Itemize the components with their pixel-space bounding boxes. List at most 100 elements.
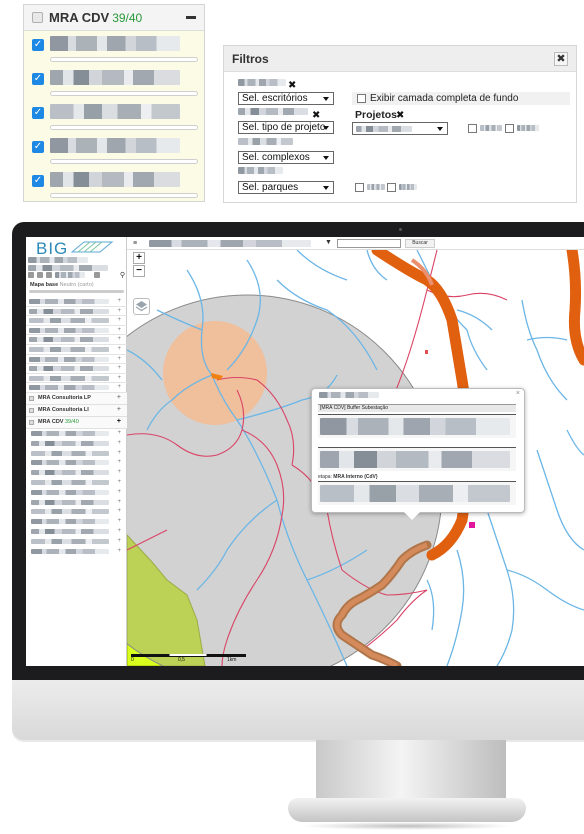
- opacity-slider[interactable]: [50, 91, 198, 96]
- group-mra-consultoria-li[interactable]: MRA Consultoria LI +: [26, 404, 127, 417]
- list-item[interactable]: +: [26, 316, 127, 326]
- close-icon[interactable]: ✖: [554, 51, 568, 66]
- expand-icon[interactable]: +: [117, 327, 121, 333]
- checkbox-checked-icon[interactable]: ✓: [32, 39, 44, 51]
- opacity-slider[interactable]: [50, 159, 198, 164]
- exibir-camada-checkbox[interactable]: [357, 94, 366, 103]
- group-mra-cdv[interactable]: MRA CDV 39/40 +: [26, 416, 127, 429]
- opacity-slider[interactable]: [50, 57, 198, 62]
- checkbox-checked-icon[interactable]: ✓: [32, 141, 44, 153]
- layers-icon[interactable]: [28, 272, 34, 278]
- expand-icon[interactable]: +: [117, 346, 121, 352]
- list-item[interactable]: +: [26, 307, 127, 317]
- checkbox-checked-icon[interactable]: ✓: [32, 73, 44, 85]
- expand-icon[interactable]: +: [117, 365, 121, 371]
- expand-icon[interactable]: +: [117, 375, 121, 381]
- parques-select[interactable]: Sel. parques: [238, 181, 334, 194]
- expand-icon[interactable]: +: [117, 538, 121, 544]
- expand-icon[interactable]: +: [117, 336, 121, 342]
- tipo-projeto-select[interactable]: Sel. tipo de projeto: [238, 121, 334, 134]
- mapa-base-slider[interactable]: [29, 290, 124, 293]
- expand-icon[interactable]: +: [117, 479, 121, 485]
- search-input[interactable]: [337, 239, 401, 248]
- expand-icon[interactable]: +: [117, 394, 121, 401]
- remove-filter-icon[interactable]: ✖: [312, 110, 320, 121]
- list-item[interactable]: +: [26, 527, 127, 537]
- layer-row[interactable]: ✓: [24, 99, 204, 133]
- list-item[interactable]: +: [26, 355, 127, 365]
- expand-icon[interactable]: +: [117, 317, 121, 323]
- list-item[interactable]: +: [26, 335, 127, 345]
- list-item[interactable]: +: [26, 488, 127, 498]
- list-item[interactable]: +: [26, 383, 127, 393]
- expand-icon[interactable]: +: [117, 308, 121, 314]
- expand-icon[interactable]: +: [117, 489, 121, 495]
- eye-icon[interactable]: [46, 272, 52, 278]
- menu-icon[interactable]: ≡: [133, 240, 137, 247]
- list-item[interactable]: +: [26, 458, 127, 468]
- search-button[interactable]: Buscar: [405, 239, 435, 248]
- search-icon[interactable]: ⚲: [120, 271, 125, 279]
- group-checkbox[interactable]: [29, 419, 34, 425]
- parque-option-checkbox[interactable]: [355, 183, 364, 192]
- expand-icon[interactable]: +: [117, 384, 121, 390]
- layer-row[interactable]: ✓: [24, 31, 204, 65]
- list-item[interactable]: +: [26, 326, 127, 336]
- list-item[interactable]: +: [26, 498, 127, 508]
- list-item[interactable]: +: [26, 537, 127, 547]
- layer-row[interactable]: ✓: [24, 167, 204, 201]
- group-checkbox[interactable]: [29, 407, 34, 413]
- list-item[interactable]: +: [26, 297, 127, 307]
- list-item[interactable]: +: [26, 478, 127, 488]
- parque-option-checkbox[interactable]: [387, 183, 396, 192]
- escritorios-select[interactable]: Sel. escritórios: [238, 92, 334, 105]
- remove-filter-icon[interactable]: ✖: [288, 80, 296, 91]
- complexos-select[interactable]: Sel. complexos: [238, 151, 334, 164]
- list-item[interactable]: +: [26, 449, 127, 459]
- expand-icon[interactable]: +: [117, 298, 121, 304]
- filter-icon[interactable]: ▼: [325, 239, 332, 246]
- list-item[interactable]: +: [26, 439, 127, 449]
- expand-icon[interactable]: +: [117, 528, 121, 534]
- list-item[interactable]: +: [26, 345, 127, 355]
- expand-icon[interactable]: +: [117, 548, 121, 554]
- expand-icon[interactable]: +: [117, 518, 121, 524]
- layer-group-header[interactable]: MRA CDV 39/40: [24, 5, 204, 31]
- opacity-slider[interactable]: [50, 125, 198, 130]
- expand-icon[interactable]: +: [117, 450, 121, 456]
- map-canvas[interactable]: + − 0 0,5 1km × [MRA CDV] Buffer Subesta…: [127, 250, 584, 666]
- list-item[interactable]: +: [26, 374, 127, 384]
- list-item[interactable]: +: [26, 429, 127, 439]
- collapse-icon[interactable]: [186, 16, 196, 19]
- group-mra-consultoria-lp[interactable]: MRA Consultoria LP +: [26, 392, 127, 405]
- layers-control-button[interactable]: [133, 298, 150, 315]
- expand-icon[interactable]: +: [117, 508, 121, 514]
- expand-icon[interactable]: +: [117, 459, 121, 465]
- expand-icon[interactable]: +: [117, 430, 121, 436]
- zoom-in-button[interactable]: +: [133, 252, 145, 264]
- projeto-option-checkbox[interactable]: [468, 124, 477, 133]
- zoom-out-button[interactable]: −: [133, 265, 145, 277]
- group-checkbox[interactable]: [32, 12, 43, 23]
- list-item[interactable]: +: [26, 507, 127, 517]
- layer-row[interactable]: ✓: [24, 133, 204, 167]
- projetos-select[interactable]: [352, 122, 448, 135]
- expand-icon[interactable]: +: [117, 440, 121, 446]
- star-icon[interactable]: [37, 272, 43, 278]
- list-item[interactable]: +: [26, 547, 127, 557]
- remove-projetos-icon[interactable]: ✖: [396, 110, 404, 121]
- group-checkbox[interactable]: [29, 395, 34, 401]
- grid-icon[interactable]: [94, 272, 100, 278]
- opacity-slider[interactable]: [50, 193, 198, 198]
- layer-row[interactable]: ✓: [24, 65, 204, 99]
- expand-icon[interactable]: +: [117, 406, 121, 413]
- collapse-icon[interactable]: +: [117, 418, 121, 425]
- list-item[interactable]: +: [26, 517, 127, 527]
- expand-icon[interactable]: +: [117, 356, 121, 362]
- projeto-option-checkbox[interactable]: [505, 124, 514, 133]
- expand-icon[interactable]: +: [117, 499, 121, 505]
- close-icon[interactable]: ×: [516, 390, 520, 397]
- list-item[interactable]: +: [26, 364, 127, 374]
- list-item[interactable]: +: [26, 468, 127, 478]
- expand-icon[interactable]: +: [117, 469, 121, 475]
